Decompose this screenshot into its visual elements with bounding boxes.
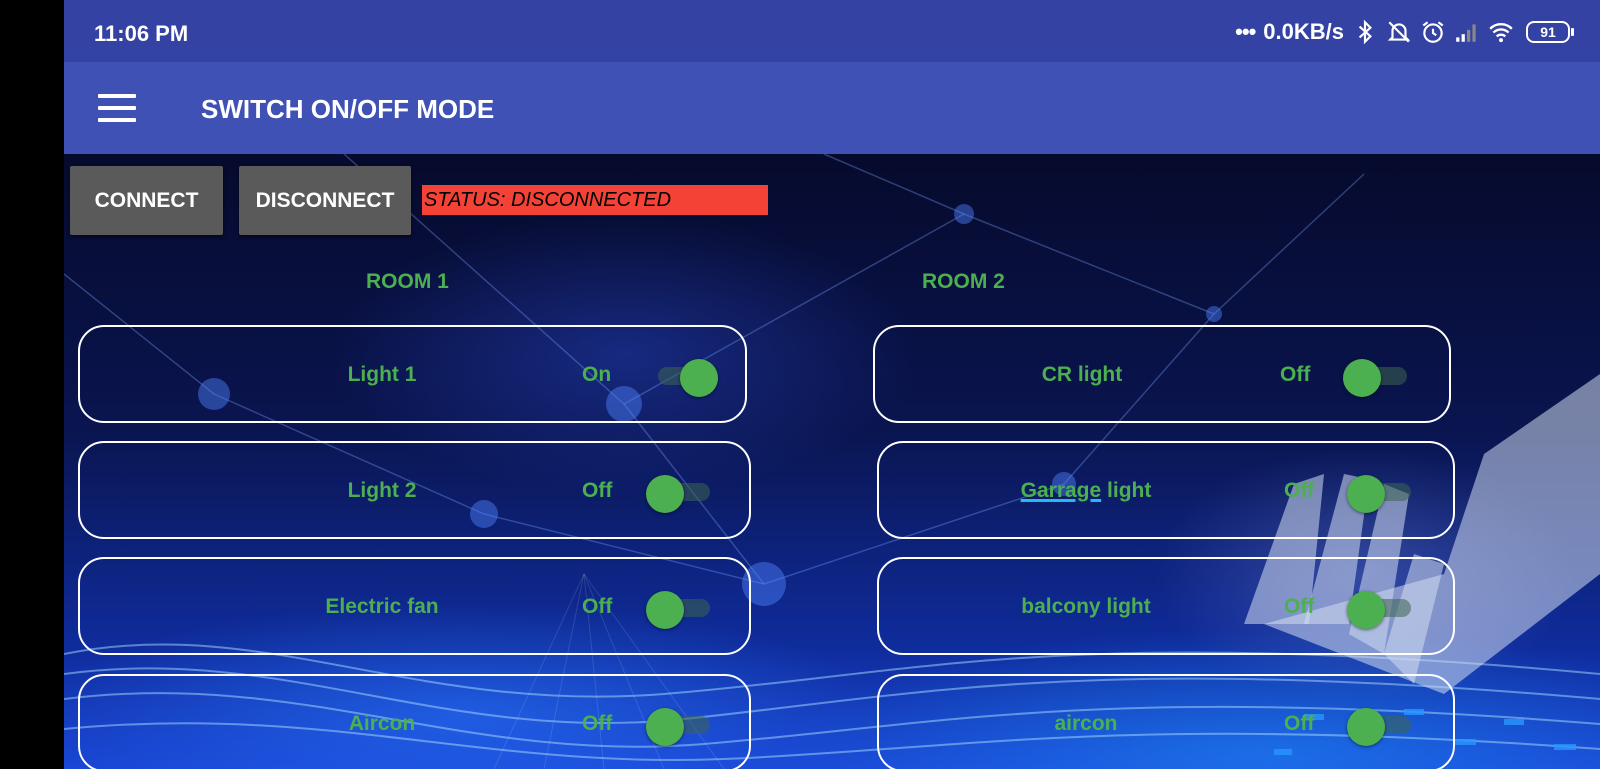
dots-icon: ••• xyxy=(1235,19,1256,44)
switch-state: Off xyxy=(1284,595,1315,618)
main-content: CONNECT DISCONNECT STATUS: DISCONNECTED … xyxy=(64,154,1600,769)
room-1-label: ROOM 1 xyxy=(366,270,449,293)
switch-name: CR light xyxy=(1041,363,1123,386)
status-bar: 11:06 PM ••• 0.0KB/s 91 xyxy=(64,0,1600,62)
switch-row-aircon[interactable]: Aircon Off xyxy=(78,674,751,769)
switch-name: Electric fan xyxy=(325,595,439,618)
toggle-thumb xyxy=(1347,591,1385,629)
misspelled-word: Garrage xyxy=(1020,479,1102,502)
switch-name: Light 2 xyxy=(347,479,417,502)
toggle-thumb xyxy=(646,708,684,746)
toggle-switch[interactable] xyxy=(1347,475,1411,513)
toggle-thumb xyxy=(646,591,684,629)
room-2-label: ROOM 2 xyxy=(922,270,1005,293)
status-icons: ••• 0.0KB/s 91 xyxy=(1235,18,1574,46)
switch-row-light-2[interactable]: Light 2 Off xyxy=(78,441,751,539)
switch-name: aircon xyxy=(1054,712,1118,735)
switch-state: Off xyxy=(1284,712,1315,735)
toggle-switch[interactable] xyxy=(1343,359,1407,397)
toggle-switch[interactable] xyxy=(646,708,710,746)
toggle-switch[interactable] xyxy=(1347,708,1411,746)
page-title: SWITCH ON/OFF MODE xyxy=(201,94,495,124)
switch-state: Off xyxy=(1284,479,1315,502)
toggle-switch[interactable] xyxy=(646,475,710,513)
switch-name: Aircon xyxy=(348,712,416,735)
switch-row-balcony-light[interactable]: balcony light Off xyxy=(877,557,1455,655)
connect-button[interactable]: CONNECT xyxy=(70,166,223,235)
switch-row-cr-light[interactable]: CR light Off xyxy=(873,325,1451,423)
hamburger-menu-icon[interactable] xyxy=(98,94,136,122)
switch-state: Off xyxy=(582,479,613,502)
phone-screen: 11:06 PM ••• 0.0KB/s 91 SWITCH ON/OFF MO… xyxy=(64,0,1600,769)
toggle-switch[interactable] xyxy=(1347,591,1411,629)
switch-row-electric-fan[interactable]: Electric fan Off xyxy=(78,557,751,655)
bluetooth-icon xyxy=(1358,19,1372,45)
switch-state: Off xyxy=(582,712,613,735)
switch-state: Off xyxy=(1280,363,1311,386)
signal-icon xyxy=(1456,24,1476,42)
switch-name: Light 1 xyxy=(347,363,417,386)
network-speed: 0.0KB/s xyxy=(1263,19,1344,44)
muted-bell-icon xyxy=(1387,21,1411,43)
switch-name: Garrage light xyxy=(1021,479,1152,503)
connection-status: STATUS: DISCONNECTED xyxy=(422,185,768,215)
toggle-switch[interactable] xyxy=(646,591,710,629)
switch-row-aircon-2[interactable]: aircon Off xyxy=(877,674,1455,769)
toggle-thumb xyxy=(646,475,684,513)
switch-state: Off xyxy=(582,595,613,618)
switch-row-light-1[interactable]: Light 1 On xyxy=(78,325,747,423)
disconnect-button[interactable]: DISCONNECT xyxy=(239,166,411,235)
switch-state: On xyxy=(582,363,612,386)
toggle-thumb xyxy=(1347,475,1385,513)
alarm-icon xyxy=(1422,21,1444,43)
status-time: 11:06 PM xyxy=(94,21,189,46)
switch-name: balcony light xyxy=(1021,595,1151,618)
switch-name-rest: light xyxy=(1101,479,1152,502)
battery-icon: 91 xyxy=(1526,21,1574,43)
app-bar: SWITCH ON/OFF MODE xyxy=(64,62,1600,154)
switch-row-garrage-light[interactable]: Garrage light Off xyxy=(877,441,1455,539)
toggle-switch[interactable] xyxy=(658,359,718,397)
wifi-icon xyxy=(1489,23,1513,43)
toggle-thumb xyxy=(1343,359,1381,397)
toggle-thumb xyxy=(1347,708,1385,746)
toggle-thumb xyxy=(680,359,718,397)
